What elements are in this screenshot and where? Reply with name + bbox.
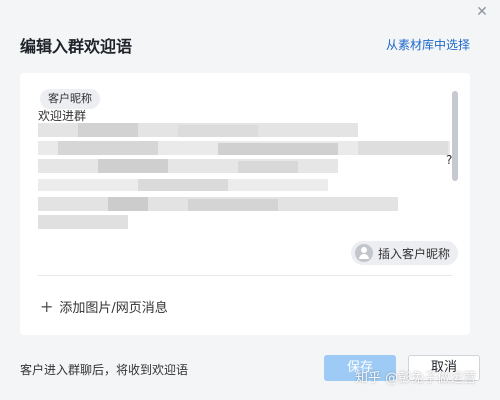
message-content-text: 欢迎进群 xyxy=(38,109,87,123)
customer-nickname-tag: 客户昵称 xyxy=(40,89,100,109)
select-from-library-link[interactable]: 从素材库中选择 xyxy=(386,36,470,53)
editor-divider xyxy=(38,275,452,276)
welcome-message-dialog: ✕ 编辑入群欢迎语 从素材库中选择 客户昵称 欢迎进群 ? 插入客户昵称 + 添… xyxy=(0,0,500,400)
plus-icon: + xyxy=(40,297,54,316)
add-media-button[interactable]: + 添加图片/网页消息 xyxy=(40,297,168,316)
blurred-message-content xyxy=(38,123,450,229)
insert-nickname-button[interactable]: 插入客户昵称 xyxy=(350,241,458,265)
welcome-message-editor[interactable]: 客户昵称 欢迎进群 ? 插入客户昵称 + 添加图片/网页消息 xyxy=(20,73,470,335)
footer-hint-text: 客户进入群聊后，将收到欢迎语 xyxy=(20,363,189,377)
close-icon[interactable]: ✕ xyxy=(474,4,490,20)
dialog-title: 编辑入群欢迎语 xyxy=(20,37,133,56)
watermark-text: 知乎 @彭兔子做运营 xyxy=(355,371,477,386)
editor-scrollbar[interactable] xyxy=(452,91,458,181)
add-media-label: 添加图片/网页消息 xyxy=(59,301,168,316)
user-icon xyxy=(354,244,373,262)
insert-nickname-label: 插入客户昵称 xyxy=(377,246,450,261)
